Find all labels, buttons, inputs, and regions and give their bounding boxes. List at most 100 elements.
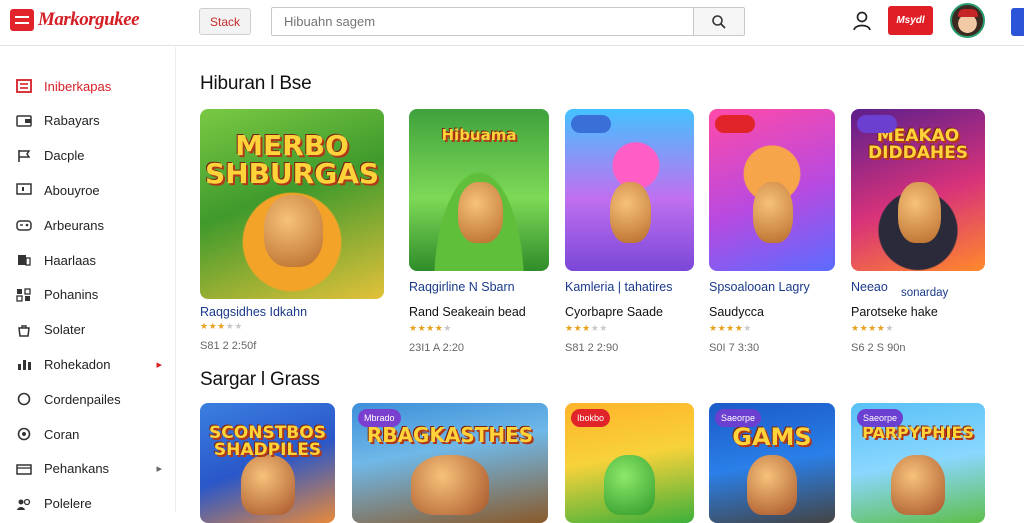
sidebar-item[interactable]: Rabayars (0, 104, 176, 138)
game-thumbnail[interactable]: MEAKAO DIDDAHES (851, 109, 985, 271)
chart-icon (16, 357, 32, 371)
star-icon: ★ (599, 323, 608, 333)
game-card[interactable]: SCONSTBOS SHADPILES (200, 403, 335, 523)
game-card[interactable]: Spsoalooan Lagry Saudycca ★★★★★ S0I 7 3:30 (709, 109, 835, 359)
thumbnail-title: PARPYPHIES (862, 423, 974, 442)
game-thumbnail[interactable]: SCONSTBOS SHADPILES (200, 403, 335, 523)
badge (857, 115, 897, 133)
avatar[interactable] (950, 3, 985, 38)
search-button[interactable] (693, 7, 745, 36)
game-card[interactable]: GAMS Saeorpe (709, 403, 835, 523)
mascot-image (410, 455, 490, 515)
game-card[interactable]: PARPYPHIES Saeorpe (851, 403, 985, 523)
game-card[interactable]: MERBO SHBURGAS Raqgsidhes Idkahn ★★★★★ S81 … (200, 109, 384, 359)
sidebar-item-label: Cordenpailes (44, 391, 121, 407)
star-icon: ★ (743, 323, 752, 333)
star-rating: ★★★★★ (709, 323, 752, 334)
chevron-right-icon[interactable]: ▸ (156, 462, 162, 475)
game-card[interactable]: MEAKAO DIDDAHES Neeao sonarday Parotseke ha… (851, 109, 985, 359)
chat-icon (16, 392, 32, 406)
game-meta: S0I 7 3:30 (709, 342, 760, 354)
chevron-right-icon[interactable]: ▸ (156, 358, 162, 371)
sidebar-item[interactable]: Solater (0, 313, 176, 347)
star-icon: ★ (217, 321, 226, 331)
star-icon: ★ (851, 323, 860, 333)
game-thumbnail[interactable]: PARPYPHIES Saeorpe (851, 403, 985, 523)
star-icon: ★ (573, 323, 583, 333)
promo-button[interactable]: Msydl (888, 6, 933, 35)
game-thumbnail[interactable]: MERBO SHBURGAS (200, 109, 384, 299)
app-logo[interactable]: Markorgukee (10, 9, 140, 31)
game-card[interactable]: Ibokbo (565, 403, 694, 523)
game-meta: S6 2 S 90n (851, 342, 906, 354)
game-thumbnail[interactable]: GAMS Saeorpe (709, 403, 835, 523)
star-rating: ★★★★★ (565, 323, 608, 334)
tv-icon (16, 183, 32, 197)
sidebar-item-label: Iniberkapas (44, 78, 112, 94)
sidebar-item[interactable]: Abouyroe (0, 173, 176, 207)
logo-mark-icon (10, 9, 34, 31)
game-title[interactable]: Spsoalooan Lagry (709, 280, 810, 294)
game-title[interactable]: Neeao (851, 280, 888, 294)
game-card[interactable]: Hibuama Raqgirline N Sbarn Rand Seakeain b… (409, 109, 549, 359)
stack-button[interactable]: Stack (199, 8, 251, 35)
game-title[interactable]: Kamleria | tahatires (565, 280, 672, 294)
game-thumbnail[interactable]: Hibuama (409, 109, 549, 271)
sidebar-item-label: Rohekadon (44, 356, 111, 372)
sidebar-item-label: Solater (44, 322, 86, 338)
star-icon: ★ (200, 321, 209, 331)
thumbnail-title: Hibuama (441, 126, 517, 145)
sidebar-item[interactable]: Polelere (0, 487, 176, 521)
game-title[interactable]: Raqgsidhes Idkahn (200, 305, 307, 319)
game-meta: S81 2 2:90 (565, 342, 619, 354)
bag-icon (16, 323, 32, 337)
star-rating: ★★★★★ (200, 321, 243, 332)
game-card[interactable]: Kamleria | tahatires Cyorbapre Saade ★★★★★… (565, 109, 694, 359)
star-icon: ★ (208, 321, 218, 331)
game-subtitle: Parotseke hake (851, 305, 938, 319)
badge: Saeorpe (715, 409, 762, 427)
menu-button[interactable] (1011, 8, 1024, 36)
sidebar-item[interactable]: Haarlaas (0, 243, 176, 277)
star-icon: ★ (426, 323, 435, 333)
sidebar-item[interactable]: Rohekadon ▸ (0, 347, 176, 381)
game-card[interactable]: RBAGKASTHES Mbrado (352, 403, 548, 523)
gamepad-icon (16, 218, 32, 232)
badge: Ibokbo (571, 409, 611, 427)
mascot-image (240, 455, 295, 515)
sidebar-item-label: Pehankans (44, 461, 110, 477)
game-thumbnail[interactable]: RBAGKASTHES Mbrado (352, 403, 548, 523)
user-icon[interactable] (851, 10, 873, 32)
sidebar-item[interactable]: Pohanins (0, 278, 176, 312)
section-title: Sargar l Grass (200, 369, 320, 390)
thumbnail-title: SCONSTBOS SHADPILES (209, 423, 326, 460)
game-subtitle: Saudycca (709, 305, 764, 319)
sidebar-item[interactable]: Pehankans ▸ (0, 452, 176, 486)
game-thumbnail[interactable] (709, 109, 835, 271)
game-thumbnail[interactable]: Ibokbo (565, 403, 694, 523)
sidebar-item-label: Coran (44, 426, 80, 442)
sidebar-item-label: Dacple (44, 148, 85, 164)
sidebar-item[interactable]: Iniberkapas (0, 69, 176, 103)
thumbnail-title: MEAKAO DIDDAHES (868, 126, 968, 164)
sidebar-item[interactable]: Dacple (0, 139, 176, 173)
game-title[interactable]: Raqgirline N Sbarn (409, 280, 515, 294)
badge: Saeorpe (857, 409, 904, 427)
search-bar (271, 7, 745, 36)
game-title-suffix: sonarday (901, 287, 949, 299)
sidebar-item-label: Polelere (44, 496, 92, 512)
sidebar-item[interactable]: Cordenpailes (0, 382, 176, 416)
badge (571, 115, 611, 133)
game-meta: 23I1 A 2:20 (409, 342, 465, 354)
people-icon (16, 497, 32, 511)
sidebar: Iniberkapas Rabayars Dacple Abouyroe Arbeura… (0, 47, 176, 512)
game-thumbnail[interactable] (565, 109, 694, 271)
mascot-image (746, 455, 798, 515)
star-icon: ★ (409, 323, 418, 333)
sidebar-item[interactable]: Coran (0, 417, 176, 451)
sidebar-item[interactable]: Arbeurans (0, 208, 176, 242)
search-input[interactable] (271, 7, 693, 36)
badge (715, 115, 755, 133)
star-icon: ★ (726, 323, 735, 333)
game-subtitle: Cyorbapre Saade (565, 305, 663, 319)
